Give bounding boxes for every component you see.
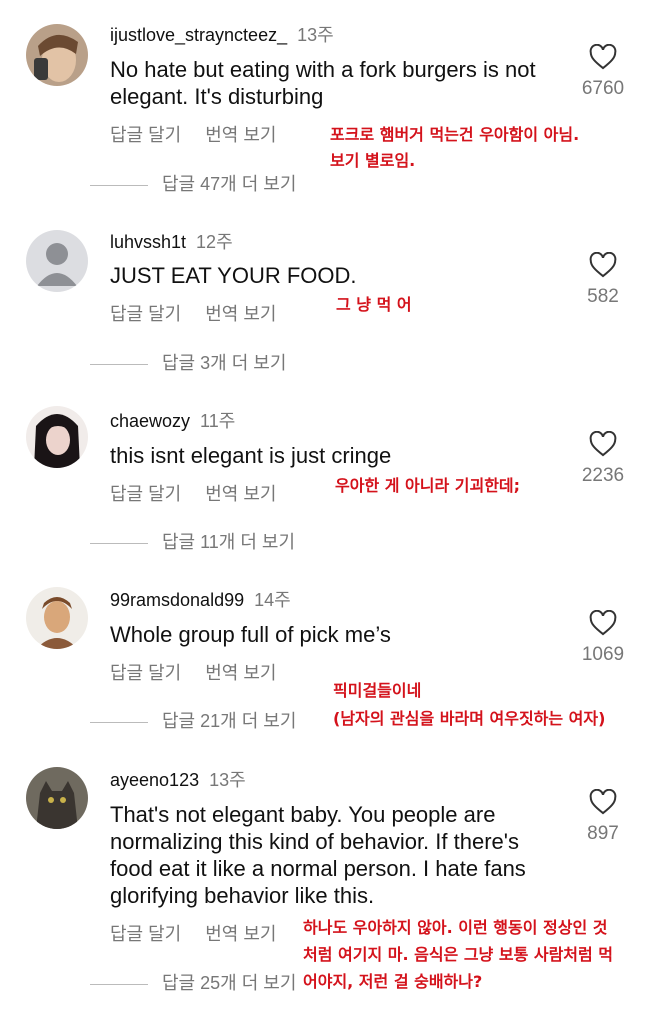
comment-text: this isnt elegant is just cringe [110,443,392,468]
comment-text: JUST EAT YOUR FOOD. [110,263,357,288]
view-replies-label[interactable]: 답글 3개 더 보기 [162,353,286,373]
timestamp: 11주 [200,411,236,431]
comment-actions: 답글 달기 번역 보기 [110,920,301,946]
divider [90,721,148,723]
divider [90,542,148,544]
divider [90,983,148,985]
like-control[interactable]: 1069 [576,610,630,666]
reply-button[interactable]: 답글 달기 [110,484,181,504]
like-count: 1069 [581,644,625,665]
like-count: 2236 [581,465,625,486]
translation-annotation: 포크로 햄버거 먹는건 우아함이 아님. 보기 별로임. [330,125,580,170]
timestamp: 14주 [254,590,291,610]
username[interactable]: 99ramsdonald99 [110,590,244,610]
username[interactable]: ijustlove_strayncteez_ [110,25,287,45]
comment-actions: 답글 달기 번역 보기 [110,659,301,685]
avatar[interactable] [26,587,88,649]
view-replies[interactable]: 답글 47개 더 보기 [90,170,296,196]
comment-text: No hate but eating with a fork burgers i… [110,57,536,109]
heart-icon[interactable] [589,610,617,636]
reply-button[interactable]: 답글 달기 [110,924,181,944]
translate-button[interactable]: 번역 보기 [205,924,276,944]
username[interactable]: luhvssh1t [110,232,186,252]
view-replies[interactable]: 답글 21개 더 보기 [90,707,296,733]
reply-button[interactable]: 답글 달기 [110,304,181,324]
avatar[interactable] [26,406,88,468]
translate-button[interactable]: 번역 보기 [205,304,276,324]
reply-button[interactable]: 답글 달기 [110,663,181,683]
timestamp: 13주 [297,25,334,45]
comment-actions: 답글 달기 번역 보기 [110,480,301,506]
divider [90,363,148,365]
like-count: 6760 [581,78,625,99]
translation-annotation: 픽미걸들이네 (남자의 관심을 바라며 여우짓하는 여자) [333,681,606,728]
heart-icon[interactable] [589,44,617,70]
username[interactable]: ayeeno123 [110,770,199,790]
comment-meta: ayeeno123 13주 [110,766,246,792]
avatar[interactable] [26,230,88,292]
like-control[interactable]: 6760 [576,44,630,100]
view-replies-label[interactable]: 답글 11개 더 보기 [162,532,295,552]
like-control[interactable]: 897 [576,789,630,845]
timestamp: 13주 [209,770,246,790]
reply-button[interactable]: 답글 달기 [110,125,181,145]
comment-actions: 답글 달기 번역 보기 [110,121,301,147]
translation-annotation: 그 냥 먹 어 [336,295,412,314]
username[interactable]: chaewozy [110,411,190,431]
comment-meta: chaewozy 11주 [110,407,235,433]
like-control[interactable]: 582 [576,252,630,308]
comment-meta: 99ramsdonald99 14주 [110,586,291,612]
translation-annotation: 하나도 우아하지 않아. 이런 행동이 정상인 것 처럼 여기지 마. 음식은 그… [303,918,614,991]
heart-icon[interactable] [589,789,617,815]
view-replies-label[interactable]: 답글 47개 더 보기 [162,174,296,194]
comment-actions: 답글 달기 번역 보기 [110,300,301,326]
like-count: 897 [587,823,619,844]
comment-meta: luhvssh1t 12주 [110,228,233,254]
view-replies[interactable]: 답글 3개 더 보기 [90,349,286,375]
view-replies[interactable]: 답글 11개 더 보기 [90,528,295,554]
comment-text: Whole group full of pick me’s [110,622,391,647]
heart-icon[interactable] [589,431,617,457]
avatar[interactable] [26,24,88,86]
translate-button[interactable]: 번역 보기 [205,125,276,145]
like-control[interactable]: 2236 [576,431,630,487]
view-replies-label[interactable]: 답글 25개 더 보기 [162,973,296,993]
translate-button[interactable]: 번역 보기 [205,663,276,683]
view-replies-label[interactable]: 답글 21개 더 보기 [162,711,296,731]
comment-meta: ijustlove_strayncteez_ 13주 [110,21,334,47]
translate-button[interactable]: 번역 보기 [205,484,276,504]
divider [90,184,148,186]
comment-text: That's not elegant baby. You people are … [110,802,526,908]
avatar[interactable] [26,767,88,829]
heart-icon[interactable] [589,252,617,278]
view-replies[interactable]: 답글 25개 더 보기 [90,969,296,995]
timestamp: 12주 [196,232,233,252]
translation-annotation: 우아한 게 아니라 기괴한데; [335,476,521,495]
like-count: 582 [587,286,619,307]
